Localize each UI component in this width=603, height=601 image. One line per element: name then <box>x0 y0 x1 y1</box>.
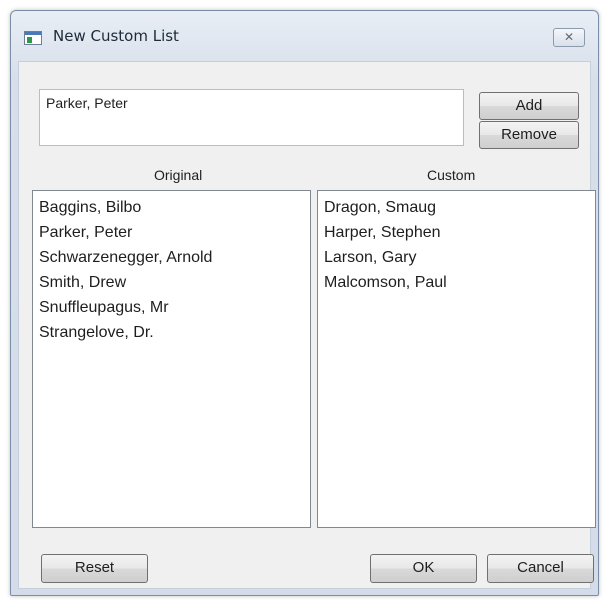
list-item[interactable]: Snuffleupagus, Mr <box>39 295 304 320</box>
list-item[interactable]: Dragon, Smaug <box>324 195 589 220</box>
title-bar[interactable]: New Custom List ✕ <box>11 11 598 61</box>
list-item[interactable]: Strangelove, Dr. <box>39 320 304 345</box>
name-input[interactable]: Parker, Peter <box>39 89 464 146</box>
close-button[interactable]: ✕ <box>553 28 585 47</box>
remove-button[interactable]: Remove <box>479 121 579 149</box>
window-title: New Custom List <box>53 27 179 45</box>
list-item[interactable]: Harper, Stephen <box>324 220 589 245</box>
dialog-body: Parker, Peter Add Remove Original Custom… <box>18 61 596 589</box>
add-button[interactable]: Add <box>479 92 579 120</box>
list-item[interactable]: Schwarzenegger, Arnold <box>39 245 304 270</box>
list-item[interactable]: Malcomson, Paul <box>324 270 589 295</box>
original-listbox[interactable]: Baggins, Bilbo Parker, Peter Schwarzeneg… <box>32 190 311 528</box>
window-app-icon <box>24 31 42 45</box>
list-item[interactable]: Baggins, Bilbo <box>39 195 304 220</box>
list-item[interactable]: Smith, Drew <box>39 270 304 295</box>
cancel-button[interactable]: Cancel <box>487 554 594 583</box>
list-item[interactable]: Larson, Gary <box>324 245 589 270</box>
close-icon: ✕ <box>563 30 575 44</box>
list-item[interactable]: Parker, Peter <box>39 220 304 245</box>
original-list-label: Original <box>154 167 203 183</box>
ok-button[interactable]: OK <box>370 554 477 583</box>
dialog-window: New Custom List ✕ Parker, Peter Add Remo… <box>10 10 599 596</box>
reset-button[interactable]: Reset <box>41 554 148 583</box>
custom-listbox[interactable]: Dragon, Smaug Harper, Stephen Larson, Ga… <box>317 190 596 528</box>
custom-list-label: Custom <box>427 167 476 183</box>
